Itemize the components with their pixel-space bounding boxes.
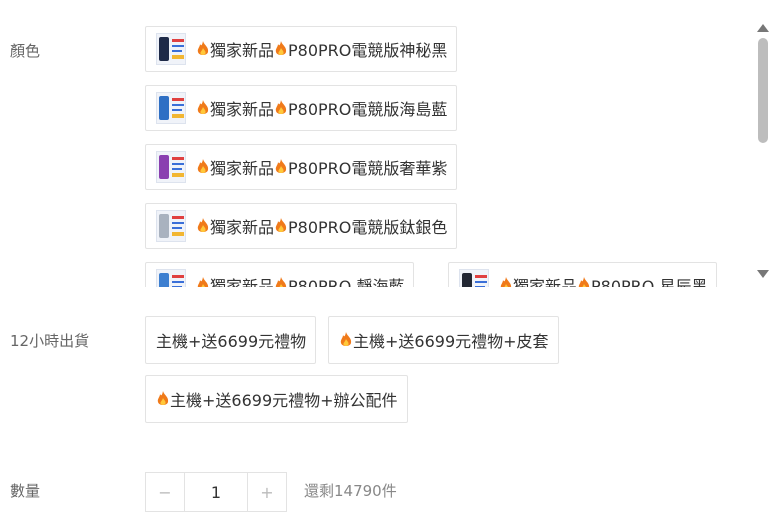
shipping-option-gift-case[interactable]: 主機+送6699元禮物+皮套: [328, 316, 559, 364]
color-option-mystic-black[interactable]: 獨家新品 P80PRO電競版神秘黑: [145, 26, 458, 72]
option-label-model: P80PRO 靜海藍: [288, 277, 405, 287]
color-option-calm-sea-blue[interactable]: 獨家新品 P80PRO 靜海藍: [145, 262, 415, 287]
scroll-down-arrow-icon[interactable]: [757, 270, 769, 278]
color-label: 顏色: [10, 42, 41, 60]
option-label-model: P80PRO電競版海島藍: [288, 100, 448, 119]
option-label: 獨家新品: [210, 218, 275, 237]
option-label-model: P80PRO電競版神秘黑: [288, 41, 448, 60]
flame-icon: [197, 277, 209, 287]
option-label: 獨家新品: [210, 277, 275, 287]
flame-icon: [500, 277, 512, 287]
shipping-label: 12小時出貨: [10, 332, 90, 350]
scrollbar-thumb[interactable]: [758, 38, 768, 143]
option-label: 主機+送6699元禮物: [156, 332, 307, 351]
quantity-label: 數量: [10, 482, 41, 500]
flame-icon: [578, 277, 590, 287]
flame-icon: [340, 332, 352, 346]
option-label-model: P80PRO電競版奢華紫: [288, 159, 448, 178]
flame-icon: [275, 100, 287, 114]
product-thumbnail: [156, 92, 186, 124]
flame-icon: [197, 159, 209, 173]
scroll-up-arrow-icon[interactable]: [757, 24, 769, 32]
quantity-increase-button[interactable]: +: [247, 472, 287, 512]
color-options-list[interactable]: 獨家新品 P80PRO電競版神秘黑 獨家新品 P80PRO電競版海島藍 獨家新品…: [140, 22, 760, 287]
flame-icon: [197, 41, 209, 55]
flame-icon: [157, 391, 169, 405]
flame-icon: [275, 218, 287, 232]
option-label: 獨家新品: [210, 41, 275, 60]
color-option-star-black[interactable]: 獨家新品 P80PRO 星辰黑: [448, 262, 718, 287]
option-label-model: P80PRO 星辰黑: [591, 277, 708, 287]
option-label: 主機+送6699元禮物+皮套: [353, 332, 549, 351]
color-option-titanium-silver[interactable]: 獨家新品 P80PRO電競版鈦銀色: [145, 203, 458, 249]
option-label: 獨家新品: [210, 159, 275, 178]
flame-icon: [275, 277, 287, 287]
product-thumbnail: [156, 151, 186, 183]
product-thumbnail: [459, 269, 489, 287]
shipping-option-gift-office[interactable]: 主機+送6699元禮物+辦公配件: [145, 375, 408, 423]
color-option-luxury-purple[interactable]: 獨家新品 P80PRO電競版奢華紫: [145, 144, 458, 190]
flame-icon: [197, 218, 209, 232]
option-label: 獨家新品: [210, 100, 275, 119]
flame-icon: [275, 41, 287, 55]
shipping-option-main-gift[interactable]: 主機+送6699元禮物: [145, 316, 317, 364]
quantity-input[interactable]: 1: [184, 472, 248, 512]
product-thumbnail: [156, 269, 186, 287]
flame-icon: [275, 159, 287, 173]
product-thumbnail: [156, 210, 186, 242]
product-thumbnail: [156, 33, 186, 65]
quantity-decrease-button[interactable]: −: [145, 472, 185, 512]
option-label-model: P80PRO電競版鈦銀色: [288, 218, 448, 237]
option-label: 主機+送6699元禮物+辦公配件: [170, 391, 398, 410]
color-option-island-blue[interactable]: 獨家新品 P80PRO電競版海島藍: [145, 85, 458, 131]
option-label: 獨家新品: [513, 277, 578, 287]
flame-icon: [197, 100, 209, 114]
stock-remaining-text: 還剩14790件: [304, 482, 397, 500]
